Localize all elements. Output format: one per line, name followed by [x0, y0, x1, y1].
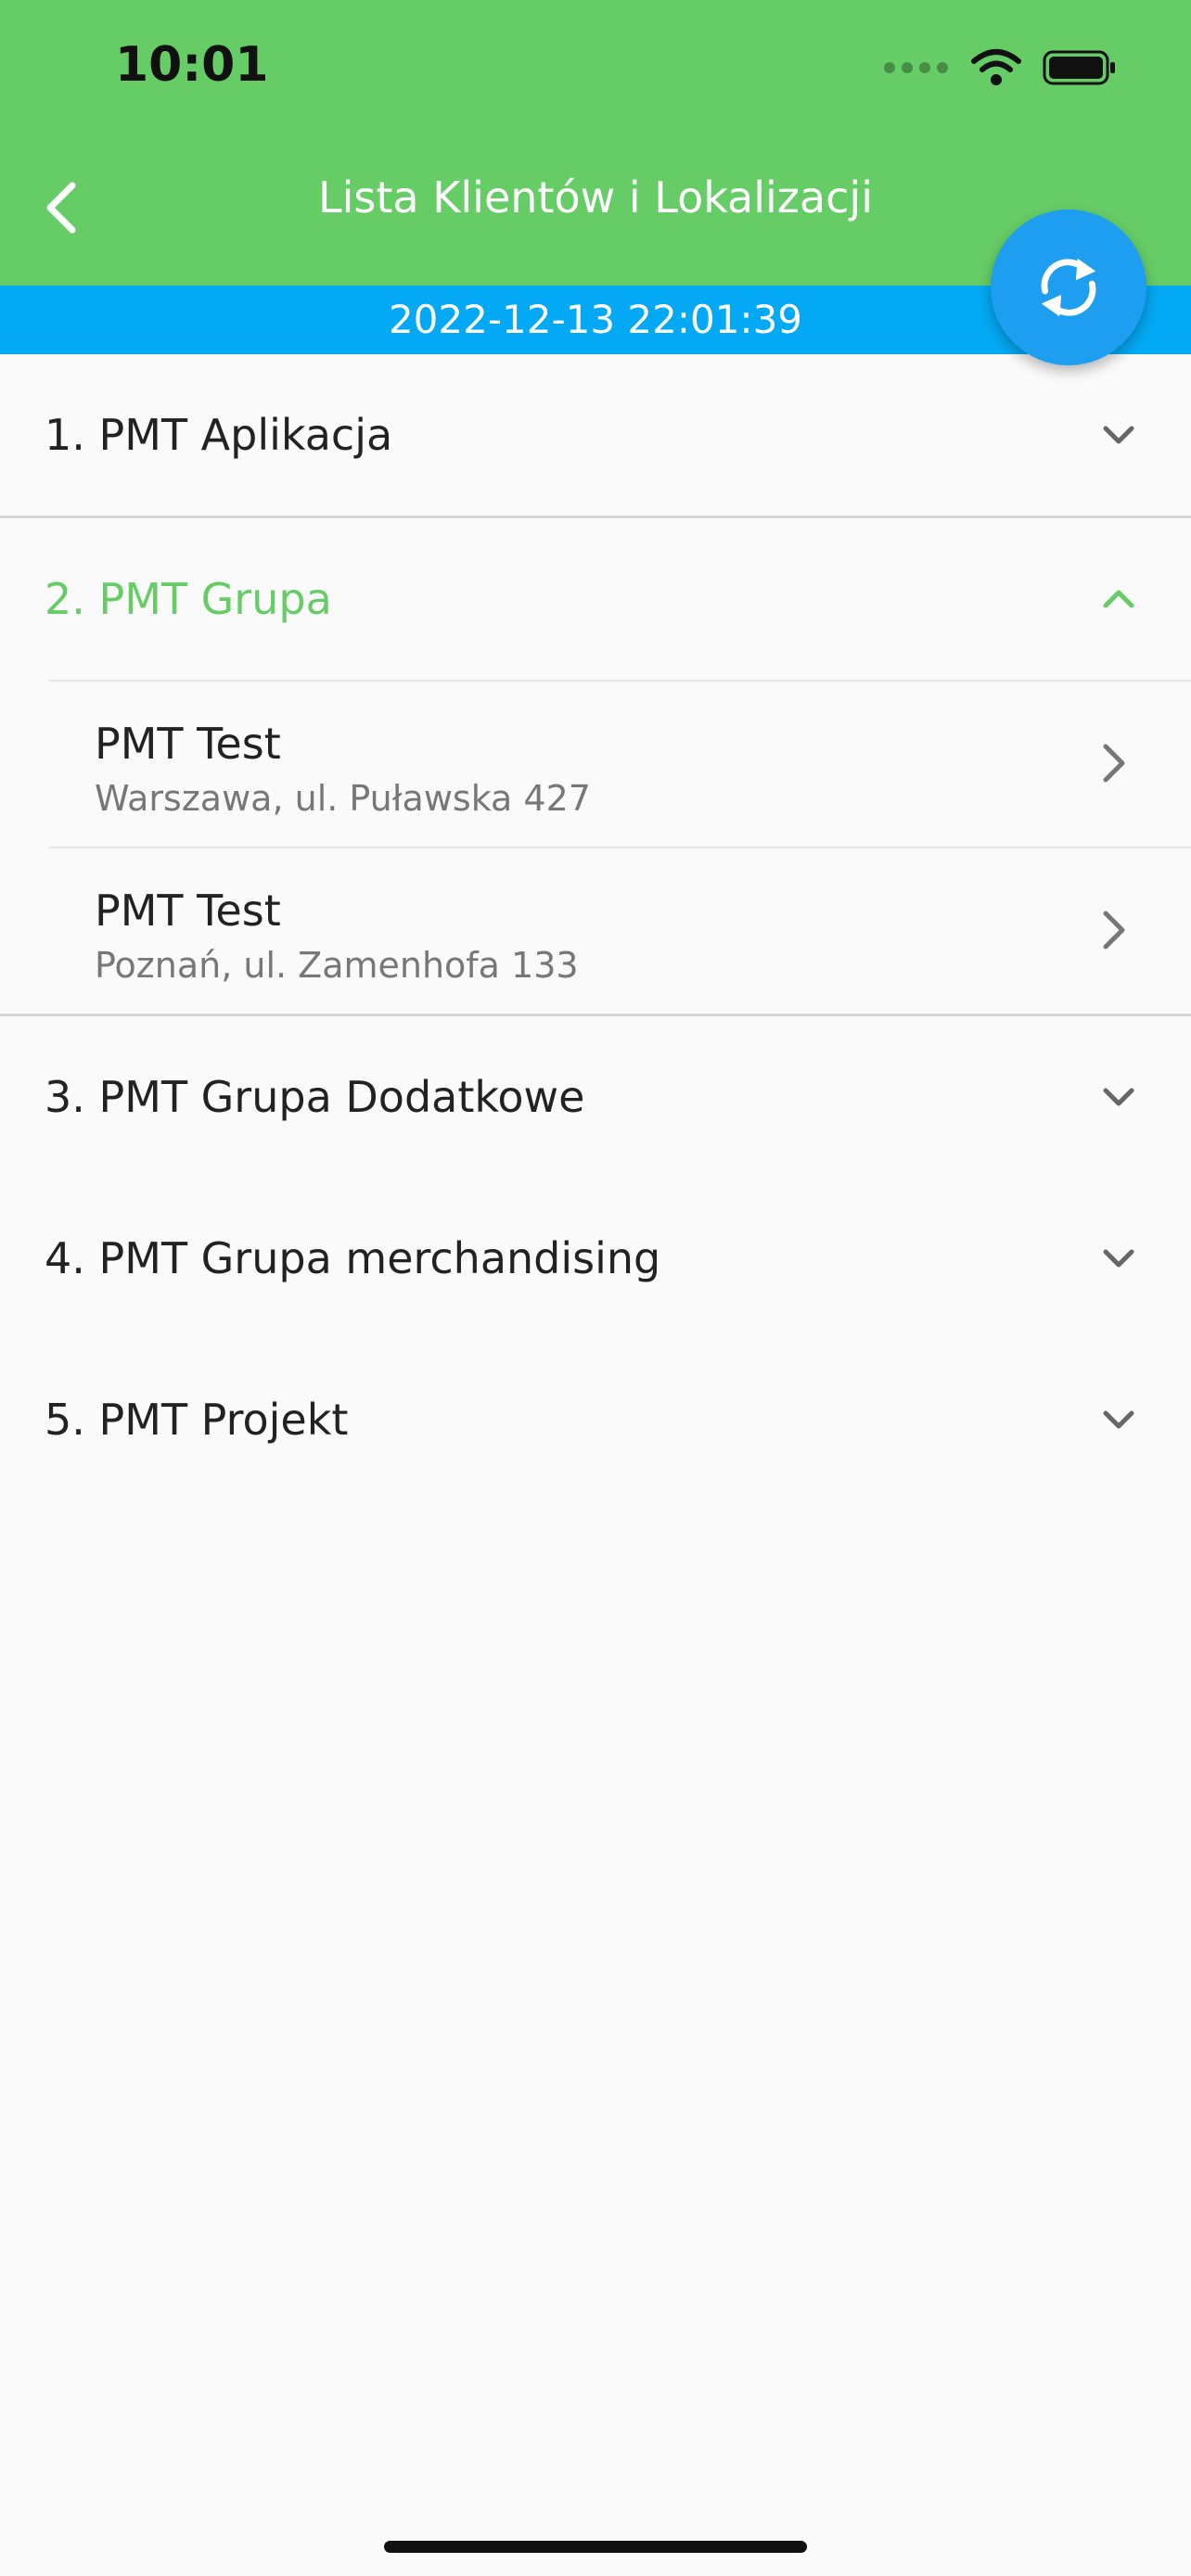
wifi-icon: [971, 49, 1021, 85]
client-group-list: 1. PMT Aplikacja 2. PMT Grupa PMT Test W…: [0, 354, 1191, 1500]
chevron-down-icon: [1103, 1088, 1134, 1106]
chevron-right-icon: [1103, 744, 1125, 783]
chevron-down-icon: [1103, 426, 1134, 444]
group-title: 1. PMT Aplikacja: [45, 410, 393, 460]
page-title: Lista Klientów i Lokalizacji: [318, 172, 873, 223]
location-address: Warszawa, ul. Puławska 427: [95, 778, 591, 819]
location-name: PMT Test: [95, 719, 281, 769]
group-title: 4. PMT Grupa merchandising: [45, 1233, 661, 1283]
cellular-signal-icon: [884, 62, 948, 73]
group-title: 2. PMT Grupa: [45, 574, 332, 624]
chevron-right-icon: [1103, 911, 1125, 950]
group-header-pmt-grupa[interactable]: 2. PMT Grupa: [0, 518, 1191, 680]
chevron-down-icon: [1103, 1249, 1134, 1268]
group-title: 5. PMT Projekt: [45, 1395, 349, 1445]
status-icons: [884, 45, 1117, 91]
location-name: PMT Test: [95, 886, 281, 936]
sync-icon: [1041, 258, 1096, 317]
group-title: 3. PMT Grupa Dodatkowe: [45, 1072, 585, 1122]
group-header-pmt-projekt[interactable]: 5. PMT Projekt: [0, 1339, 1191, 1500]
group-header-pmt-aplikacja[interactable]: 1. PMT Aplikacja: [0, 354, 1191, 516]
status-time: 10:01: [115, 37, 269, 93]
group-header-pmt-grupa-dodatkowe[interactable]: 3. PMT Grupa Dodatkowe: [0, 1016, 1191, 1178]
sync-button[interactable]: [991, 210, 1146, 365]
home-indicator: [384, 2541, 807, 2553]
chevron-down-icon: [1103, 1410, 1134, 1429]
chevron-up-icon: [1103, 590, 1134, 608]
battery-icon: [1043, 50, 1115, 85]
group-header-pmt-grupa-merchandising[interactable]: 4. PMT Grupa merchandising: [0, 1178, 1191, 1339]
location-address: Poznań, ul. Zamenhofa 133: [95, 945, 579, 986]
location-item[interactable]: PMT Test Warszawa, ul. Puławska 427: [0, 682, 1191, 847]
location-item[interactable]: PMT Test Poznań, ul. Zamenhofa 133: [0, 848, 1191, 1014]
